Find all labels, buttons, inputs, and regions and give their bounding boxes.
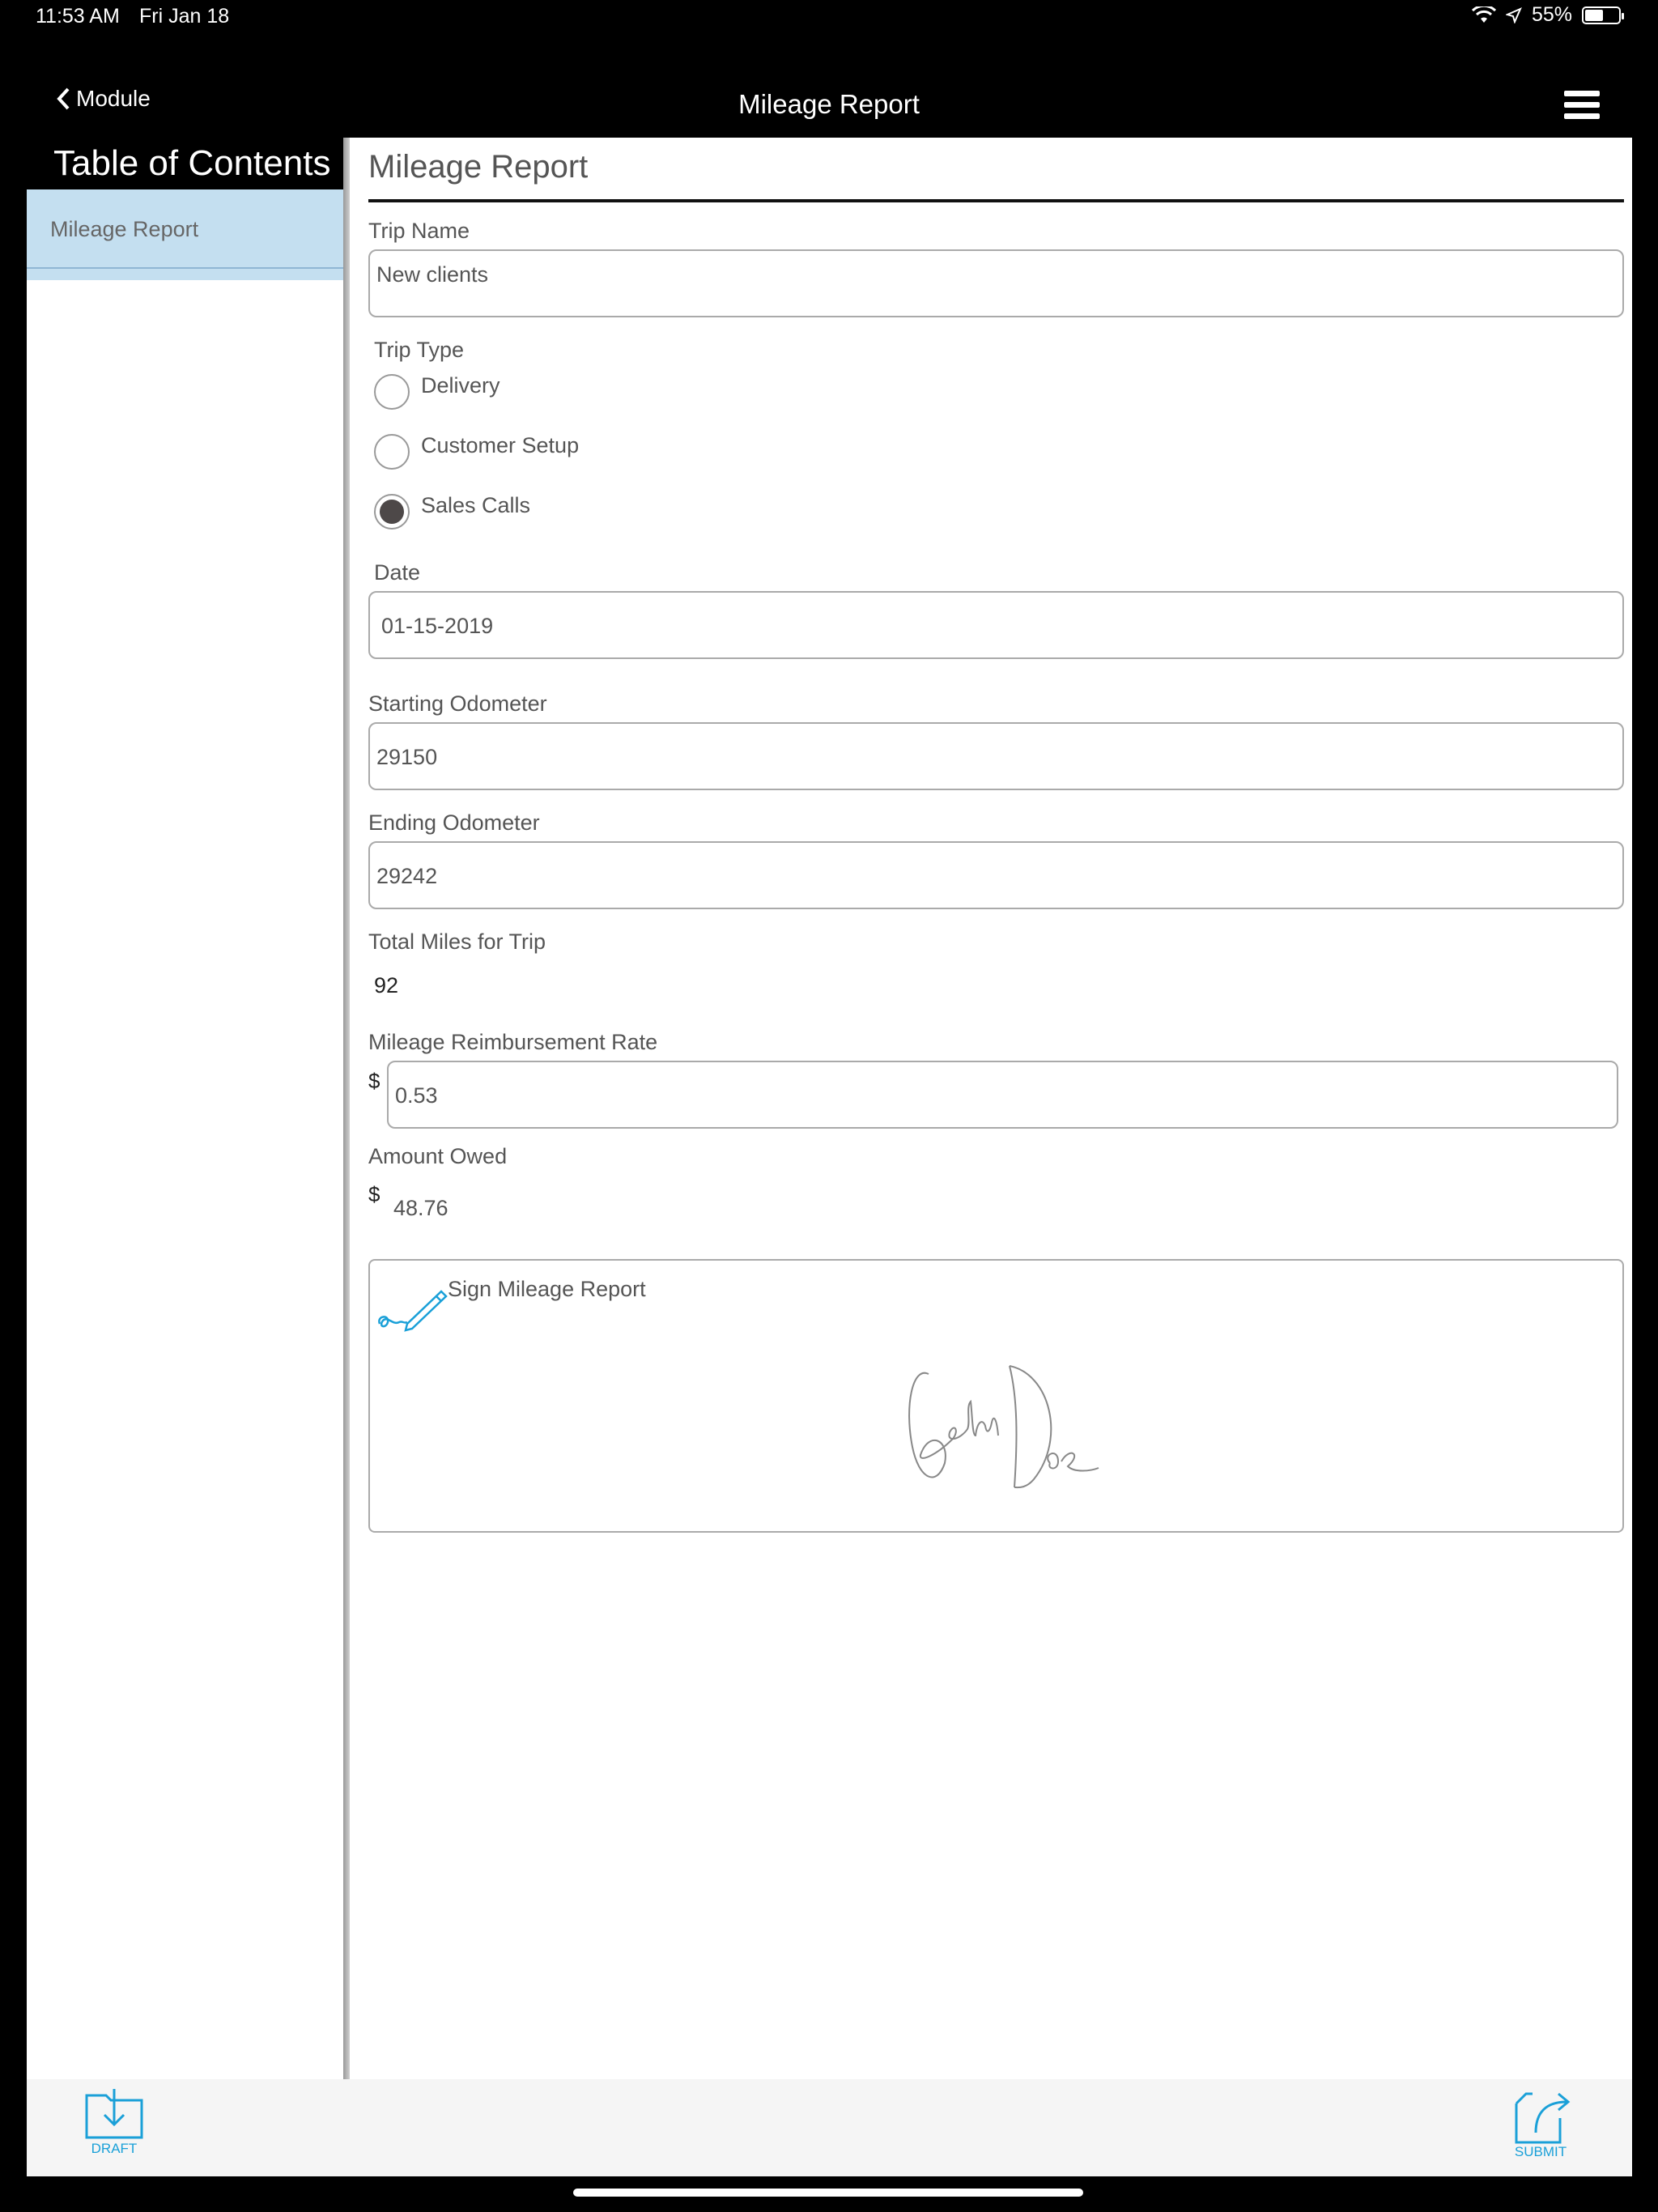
status-bar: 11:53 AM Fri Jan 18 55% xyxy=(0,0,1658,36)
submit-button[interactable]: SUBMIT xyxy=(1508,2087,1573,2160)
date-value: 01-15-2019 xyxy=(381,614,494,638)
bottom-toolbar: DRAFT SUBMIT xyxy=(27,2079,1632,2176)
submit-label: SUBMIT xyxy=(1514,2144,1567,2159)
sidebar-header: Table of Contents xyxy=(27,138,346,189)
sidebar: Table of Contents Mileage Report xyxy=(27,138,346,2081)
section-divider xyxy=(368,199,1624,202)
date-label: Date xyxy=(374,560,421,585)
amount-owed-value: 48.76 xyxy=(393,1196,449,1220)
amount-owed-label: Amount Owed xyxy=(368,1144,508,1168)
battery-icon xyxy=(1582,6,1624,24)
radio-delivery[interactable] xyxy=(374,374,410,410)
status-time: 11:53 AM xyxy=(36,5,120,28)
reimbursement-rate-value: 0.53 xyxy=(395,1083,438,1108)
reimbursement-rate-field[interactable]: 0.53 xyxy=(387,1061,1618,1129)
nav-bar: Module Mileage Report xyxy=(0,65,1658,138)
submit-document-icon xyxy=(1515,2092,1571,2144)
location-arrow-icon xyxy=(1505,6,1522,23)
signature-box[interactable]: Sign Mileage Report xyxy=(368,1259,1624,1533)
starting-odometer-label: Starting Odometer xyxy=(368,691,547,716)
signature-label: Sign Mileage Report xyxy=(448,1277,646,1301)
wifi-icon xyxy=(1471,6,1496,23)
currency-symbol: $ xyxy=(368,1182,380,1206)
draft-label: DRAFT xyxy=(91,2141,138,2156)
total-miles-value: 92 xyxy=(374,973,399,998)
home-indicator xyxy=(573,2189,1083,2197)
battery-percent: 55% xyxy=(1531,3,1572,26)
battery-fill xyxy=(1585,9,1603,21)
trip-type-option-customer-setup[interactable]: Customer Setup xyxy=(374,432,580,470)
radio-label: Sales Calls xyxy=(421,492,531,517)
trip-type-option-sales-calls[interactable]: Sales Calls xyxy=(374,492,531,530)
radio-customer-setup[interactable] xyxy=(374,434,410,470)
handwritten-signature xyxy=(908,1365,1099,1489)
page-title: Mileage Report xyxy=(738,89,920,119)
ending-odometer-field[interactable]: 29242 xyxy=(368,841,1624,909)
starting-odometer-field[interactable]: 29150 xyxy=(368,722,1624,790)
sidebar-item-label: Mileage Report xyxy=(50,217,199,241)
draft-button[interactable]: DRAFT xyxy=(82,2087,147,2157)
trip-type-label: Trip Type xyxy=(374,338,465,362)
sidebar-item-mileage-report[interactable]: Mileage Report xyxy=(27,189,346,280)
ending-odometer-value: 29242 xyxy=(376,864,438,888)
trip-type-option-delivery[interactable]: Delivery xyxy=(374,372,500,410)
ending-odometer-label: Ending Odometer xyxy=(368,810,540,835)
form-content: Mileage Report Trip Name New clients Tri… xyxy=(350,138,1632,2081)
hamburger-menu-icon[interactable] xyxy=(1564,91,1600,120)
starting-odometer-value: 29150 xyxy=(376,745,438,769)
status-date: Fri Jan 18 xyxy=(139,5,230,28)
signature-pen-icon xyxy=(378,1290,448,1332)
trip-name-field[interactable]: New clients xyxy=(368,249,1624,317)
save-draft-icon xyxy=(85,2089,143,2139)
section-title: Mileage Report xyxy=(368,149,589,185)
trip-name-label: Trip Name xyxy=(368,219,470,243)
trip-name-value: New clients xyxy=(376,262,489,287)
reimbursement-rate-label: Mileage Reimbursement Rate xyxy=(368,1030,658,1054)
total-miles-label: Total Miles for Trip xyxy=(368,929,546,954)
radio-sales-calls[interactable] xyxy=(374,494,410,530)
status-indicators: 55% xyxy=(1471,3,1624,27)
date-field[interactable]: 01-15-2019 xyxy=(368,591,1624,659)
currency-symbol: $ xyxy=(368,1069,380,1093)
radio-label: Delivery xyxy=(421,372,500,398)
radio-label: Customer Setup xyxy=(421,432,580,457)
